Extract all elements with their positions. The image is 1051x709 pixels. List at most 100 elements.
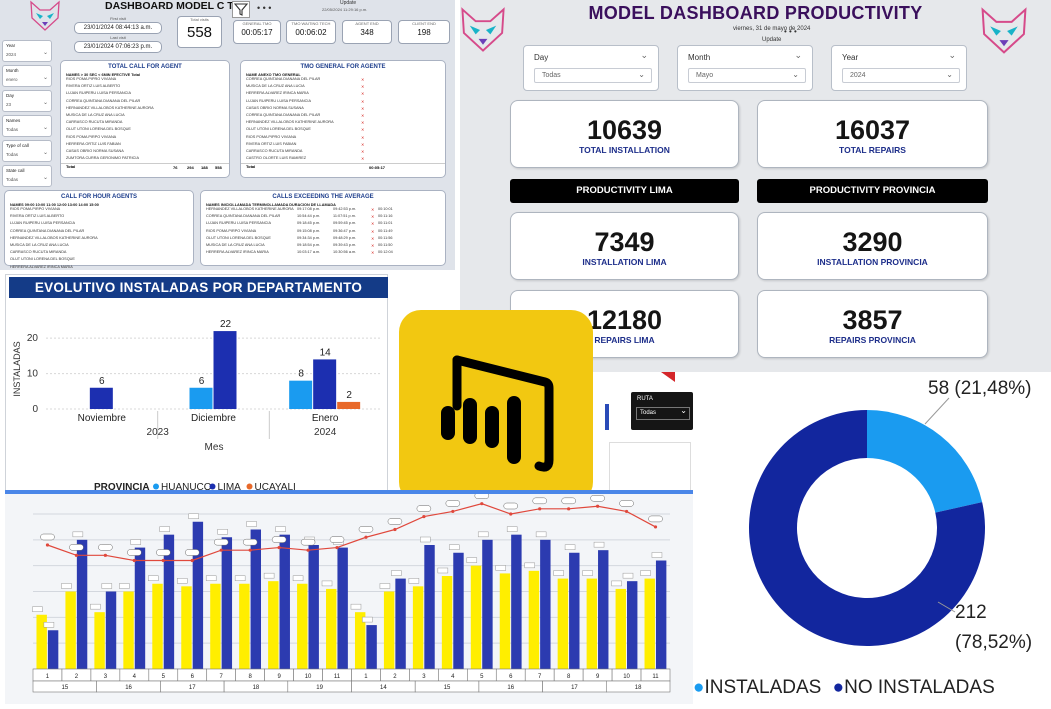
total-installation-value: 10639 <box>586 115 663 145</box>
table-row: HERRERA ALVAREZ IRINCA MARIA ✕ <box>246 91 365 97</box>
data-label-box <box>292 575 304 581</box>
chevron-down-icon[interactable]: ⌄ <box>638 70 645 79</box>
chevron-down-icon[interactable]: ⌄ <box>43 74 48 81</box>
chevron-down-icon[interactable]: ⌄ <box>680 406 687 415</box>
data-label-box <box>32 606 43 612</box>
table-cell: 10:03:17 a.m. <box>297 250 321 255</box>
chevron-down-icon[interactable]: ⌄ <box>794 50 802 61</box>
bar-value-label: 8 <box>298 369 304 380</box>
ruta-slicer-panel: RUTA Todas ⌄ <box>605 372 693 498</box>
trend-point <box>364 535 368 539</box>
slicer-value[interactable]: enero <box>6 77 48 82</box>
slicer-value[interactable]: 2024 <box>6 52 48 57</box>
table-cell: ✕ <box>361 99 365 104</box>
chevron-down-icon[interactable]: ⌄ <box>43 149 48 156</box>
table-row: CORREA QUINTANA DIANANA DEL PILAR <box>10 228 85 233</box>
data-label-box <box>449 544 460 550</box>
filter-year-value[interactable]: 2024 <box>842 68 960 83</box>
slicer-month[interactable]: Month enero ⌄ <box>2 65 52 87</box>
bar-blue <box>569 552 580 669</box>
slicer-names[interactable]: Names Todas ⌄ <box>2 115 52 137</box>
more-options-icon[interactable]: • • • <box>257 3 271 13</box>
donut-label-no-instaladas: 212 (78,52%) <box>955 602 1033 653</box>
bar-blue <box>47 630 59 669</box>
chevron-down-icon[interactable]: ⌄ <box>43 99 48 106</box>
bar-blue <box>366 625 377 669</box>
data-label-box <box>420 536 431 543</box>
bar-value-label: 22 <box>220 319 232 330</box>
update-label: Update <box>340 0 357 6</box>
chevron-down-icon[interactable]: ⌄ <box>792 70 799 79</box>
filter-day-label: Day <box>534 53 549 62</box>
slicer-state-call[interactable]: State call Todas ⌄ <box>2 165 52 187</box>
trend-point <box>219 548 223 552</box>
bar-lima <box>313 359 337 409</box>
bar-blue <box>279 534 290 669</box>
repairs-provincia-value: 3857 <box>842 305 903 335</box>
total-visits-card: Total visits 558 <box>177 16 222 48</box>
cat-logo-icon <box>981 7 1027 54</box>
data-label-box <box>130 539 142 545</box>
slicer-day[interactable]: Day 23 ⌄ <box>2 90 52 112</box>
bar-yellow <box>326 588 337 669</box>
chevron-down-icon[interactable]: ⌄ <box>43 174 48 181</box>
chevron-down-icon[interactable]: ⌄ <box>946 70 953 79</box>
table-cell: ✕ <box>361 135 365 140</box>
table-row: CARRASCO RUCUTA MIRANDA <box>10 250 67 255</box>
filter-icon[interactable] <box>232 1 250 18</box>
bar-blue <box>598 550 609 669</box>
trend-point <box>335 545 339 550</box>
table-row: HERRERA ALVAREZ IRINCA MARIA <box>10 264 73 269</box>
filter-month-value[interactable]: Mayo <box>688 68 806 83</box>
more-options-icon[interactable]: • • • <box>784 27 797 36</box>
total-cell: 188 <box>201 165 208 171</box>
slicer-type-of-call[interactable]: Type of call Todas ⌄ <box>2 140 52 162</box>
table-cell: 00:11:01 <box>378 221 393 226</box>
total-call-card: TOTAL CALL FOR AGENT NAMES > 30 SEC < 6M… <box>60 60 230 178</box>
productivity-lima-bar: PRODUCTIVITY LIMA <box>510 179 739 203</box>
trend-point <box>567 507 571 511</box>
group-label: 19 <box>316 685 323 691</box>
slicer-year[interactable]: Year 2024 ⌄ <box>2 40 52 62</box>
exceed-title: CALLS EXCEEDING THE AVERAGE <box>272 194 374 200</box>
chevron-down-icon[interactable]: ⌄ <box>640 50 648 61</box>
bar-blue <box>221 537 233 669</box>
trend-point <box>451 509 455 514</box>
table-row: CORREA QUINTANA DIANANA DEL PILAR ✕ <box>246 77 365 82</box>
table-row: RIVERA ORTIZ LUIS FABIAN ✕ <box>246 141 365 147</box>
table-row: RIOS POMA PIRPO VIVIANA 09:15:08 p.m. 09:3… <box>206 228 393 234</box>
data-label-box <box>611 580 622 587</box>
trend-label-box <box>242 538 258 546</box>
slicer-value[interactable]: Todas <box>6 127 48 132</box>
donut-legend: ●INSTALADAS ●NO INSTALADAS <box>693 677 995 699</box>
table-cell: 00:11:49 <box>378 228 393 233</box>
filter-day-value[interactable]: Todas <box>534 68 652 83</box>
trend-label-box <box>387 518 403 525</box>
slicer-value[interactable]: 23 <box>6 102 48 107</box>
table-cell: ✕ <box>361 85 365 90</box>
chevron-down-icon[interactable]: ⌄ <box>43 124 48 131</box>
update-value: 22/05/2024 11:29:16 p.m. <box>322 7 368 12</box>
bar-blue <box>105 591 117 669</box>
ruta-empty-visual <box>609 442 691 496</box>
trend-point <box>45 543 50 547</box>
year-label: 2023 <box>147 427 170 438</box>
trend-label-box <box>98 544 113 551</box>
filter-year[interactable]: Year ⌄ 2024 ⌄ <box>831 45 967 91</box>
bar-yellow <box>297 583 308 669</box>
data-label-box <box>466 557 478 563</box>
filter-month[interactable]: Month ⌄ Mayo ⌄ <box>677 45 813 91</box>
x-tick-label: 11 <box>652 674 659 680</box>
table-cell: ✕ <box>361 157 365 162</box>
slicer-value[interactable]: Todas <box>6 152 48 157</box>
table-cell: ✕ <box>361 142 365 147</box>
ruta-slicer[interactable]: RUTA Todas ⌄ <box>631 392 693 430</box>
chevron-down-icon[interactable]: ⌄ <box>948 50 956 61</box>
trend-point <box>103 553 107 557</box>
filter-day[interactable]: Day ⌄ Todas ⌄ <box>523 45 659 91</box>
trend-label-box <box>40 533 55 541</box>
table-cell: 09:48:29 p.m. <box>333 235 357 240</box>
slicer-value[interactable]: Todas <box>6 177 48 182</box>
exceed-card: CALLS EXCEEDING THE AVERAGE NAMES INICIO… <box>200 190 446 266</box>
chevron-down-icon[interactable]: ⌄ <box>43 49 48 56</box>
